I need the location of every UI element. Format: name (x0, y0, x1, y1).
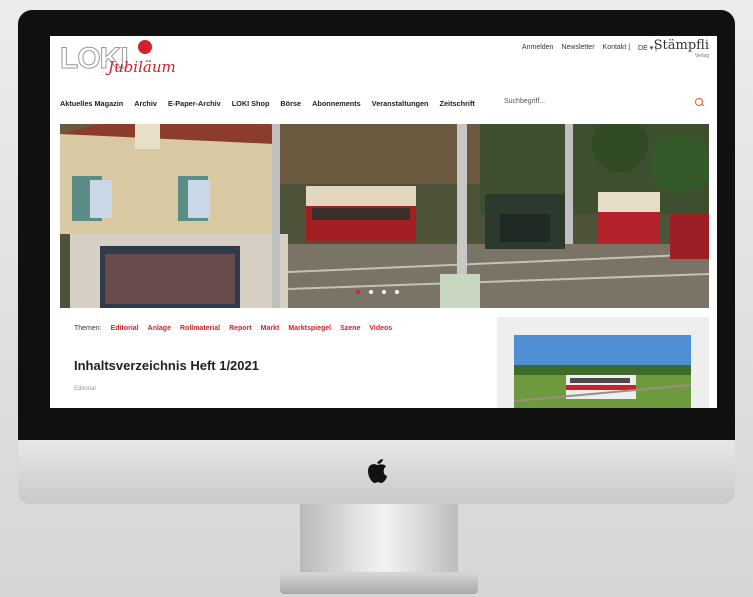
nav-item-abonnements[interactable]: Abonnements (312, 99, 361, 108)
publisher-name: Stämpfli (653, 38, 709, 53)
slider-dot[interactable] (356, 290, 360, 294)
browser-screen: LOKI Jubiläum Anmelden Newsletter Kontak… (50, 36, 717, 408)
article-category[interactable]: Editorial (74, 386, 96, 392)
theme-editorial[interactable]: Editorial (111, 325, 139, 332)
teaser-image[interactable] (514, 335, 691, 408)
monitor-base (280, 572, 478, 594)
contact-link[interactable]: Kontakt | (603, 44, 631, 52)
theme-videos[interactable]: Videos (369, 325, 392, 332)
theme-rollmaterial[interactable]: Rollmaterial (180, 325, 220, 332)
theme-markt[interactable]: Markt (261, 325, 280, 332)
monitor-stand (300, 504, 458, 579)
nav-item-zeitschrift[interactable]: Zeitschrift (440, 99, 475, 108)
slider-dot[interactable] (395, 290, 399, 294)
themes-bar: Themen: Editorial Anlage Rollmaterial Re… (74, 325, 392, 332)
search-placeholder: Suchbegriff... (504, 98, 546, 105)
hero-slider[interactable] (60, 124, 709, 308)
themes-label: Themen: (74, 325, 102, 332)
site-logo[interactable]: LOKI Jubiläum (60, 40, 176, 80)
apple-logo-icon (368, 459, 387, 483)
logo-dot-icon (138, 40, 152, 54)
publisher-brand[interactable]: Stämpfli Verlag (654, 38, 709, 59)
newsletter-link[interactable]: Newsletter (561, 44, 594, 52)
nav-item-loki-shop[interactable]: LOKI Shop (232, 99, 270, 108)
theme-marktspiegel[interactable]: Marktspiegel (288, 325, 331, 332)
main-nav: Aktuelles Magazin Archiv E-Paper-Archiv … (60, 99, 475, 108)
nav-item-aktuelles-magazin[interactable]: Aktuelles Magazin (60, 99, 123, 108)
slider-dot[interactable] (369, 290, 373, 294)
search-icon[interactable] (695, 98, 703, 106)
article-title[interactable]: Inhaltsverzeichnis Heft 1/2021 (74, 358, 259, 373)
theme-anlage[interactable]: Anlage (148, 325, 171, 332)
nav-item-veranstaltungen[interactable]: Veranstaltungen (372, 99, 429, 108)
slider-dots (356, 290, 399, 294)
theme-szene[interactable]: Szene (340, 325, 360, 332)
publisher-sub: Verlag (694, 53, 709, 59)
nav-item-epaper-archiv[interactable]: E-Paper-Archiv (168, 99, 221, 108)
theme-report[interactable]: Report (229, 325, 252, 332)
train-photo (514, 335, 691, 408)
nav-item-archiv[interactable]: Archiv (134, 99, 157, 108)
logo-subtitle: Jubiläum (108, 58, 176, 76)
hero-image (60, 124, 709, 308)
slider-dot[interactable] (382, 290, 386, 294)
login-link[interactable]: Anmelden (522, 44, 554, 52)
search-input[interactable]: Suchbegriff... (502, 96, 707, 110)
nav-item-boerse[interactable]: Börse (280, 99, 301, 108)
top-links: Anmelden Newsletter Kontakt | DE ▾ | (522, 44, 657, 52)
sidebar-teaser (497, 317, 709, 408)
